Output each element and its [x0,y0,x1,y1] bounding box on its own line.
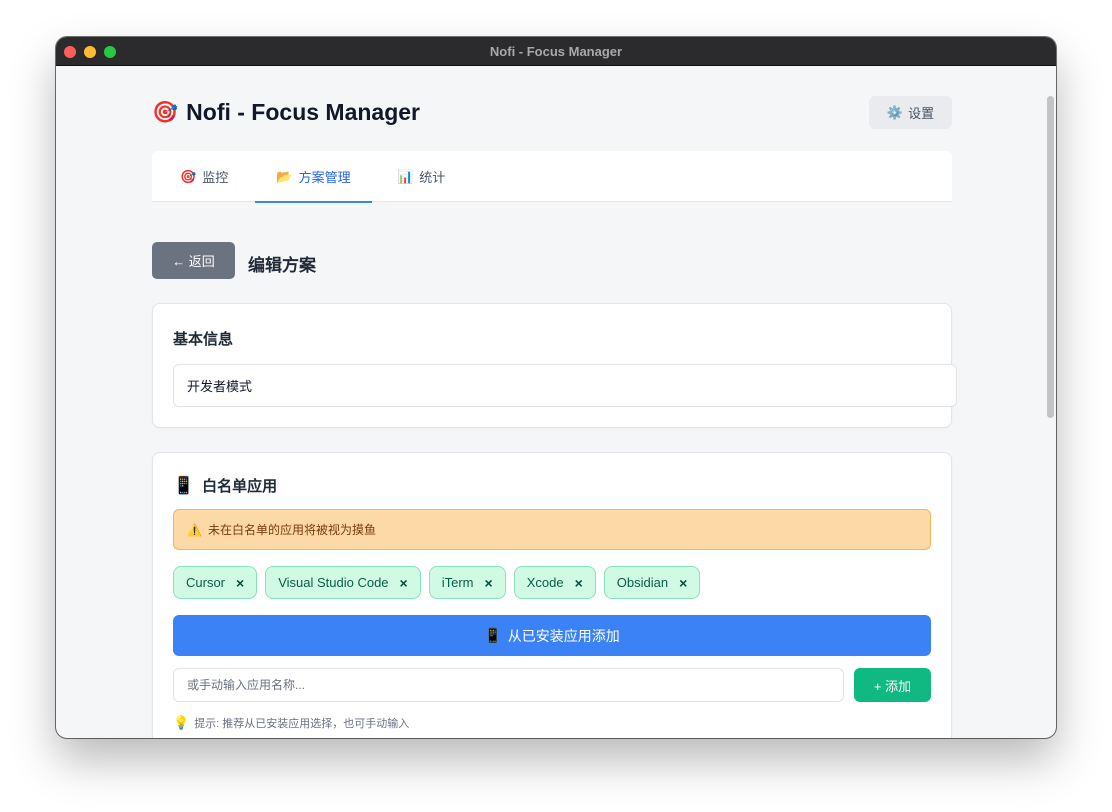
lightbulb-icon: 💡 [173,715,190,730]
remove-app-button[interactable]: × [485,575,493,591]
tab-label: 监控 [202,170,229,185]
whitelist-title: 白名单应用 [202,478,278,495]
whitelist-app-tags: Cursor × Visual Studio Code × iTerm × Xc… [173,566,701,599]
manual-app-input[interactable] [173,668,844,702]
mobile-phone-icon: 📱 [484,627,502,643]
hint-label: 提示: 推荐从已安装应用选择，也可手动输入 [194,718,410,730]
hint-text: 💡 提示: 推荐从已安装应用选择，也可手动输入 [173,715,409,731]
app-tag-cursor: Cursor × [173,566,258,599]
remove-app-button[interactable]: × [679,575,687,591]
whitelist-header: 📱 白名单应用 [173,475,277,496]
settings-button[interactable]: ⚙️ 设置 [869,96,952,129]
remove-app-button[interactable]: × [236,575,244,591]
whitelist-warning: ⚠️ 未在白名单的应用将被视为摸鱼 [173,509,931,550]
remove-app-button[interactable]: × [575,575,583,591]
remove-app-button[interactable]: × [400,575,408,591]
vertical-scrollbar[interactable] [1047,96,1054,418]
window-title: Nofi - Focus Manager [489,44,623,59]
tab-plan-management[interactable]: 📂 方案管理 [255,151,372,203]
bar-chart-icon: 📊 [397,168,414,184]
tab-label: 方案管理 [298,170,351,185]
whitelist-card: 📱 白名单应用 ⚠️ 未在白名单的应用将被视为摸鱼 Cursor × Visua… [152,452,952,738]
add-from-installed-label: 从已安装应用添加 [507,627,620,644]
mobile-phone-icon: 📱 [173,475,195,495]
tab-bar: 🎯 监控 📂 方案管理 📊 统计 [152,151,952,203]
app-tag-obsidian: Obsidian × [603,566,701,599]
gear-icon: ⚙️ [886,104,904,120]
basic-info-card: 基本信息 [152,303,957,428]
warning-icon: ⚠️ [187,522,202,537]
app-header: 🎯 Nofi - Focus Manager [152,99,420,126]
page-title: Nofi - Focus Manager [186,99,421,125]
app-tag-iterm: iTerm × [428,566,506,599]
app-tag-label: Visual Studio Code [278,575,389,590]
app-tag-label: Xcode [526,575,564,590]
app-tag-label: iTerm [441,575,474,590]
title-bar: Nofi - Focus Manager [56,37,1056,66]
basic-info-title: 基本信息 [173,331,234,348]
active-tab-indicator [255,201,372,203]
settings-label: 设置 [908,106,935,121]
add-app-button[interactable]: + 添加 [854,668,931,702]
add-from-installed-button[interactable]: 📱 从已安装应用添加 [173,615,931,656]
app-tag-label: Obsidian [616,575,669,590]
app-tag-label: Cursor [186,575,226,590]
editor-title: 编辑方案 [248,256,316,275]
target-icon: 🎯 [180,168,197,184]
main-content: 🎯 Nofi - Focus Manager ⚙️ 设置 🎯 监控 📂 方案管理… [56,66,1056,738]
warning-text: 未在白名单的应用将被视为摸鱼 [207,523,376,537]
back-button[interactable]: ← 返回 [152,242,235,279]
tab-statistics[interactable]: 📊 统计 [397,151,445,202]
target-icon: 🎯 [152,100,179,124]
tab-label: 统计 [419,170,446,185]
folder-icon: 📂 [276,168,293,184]
tab-monitor[interactable]: 🎯 监控 [180,151,228,202]
app-tag-vscode: Visual Studio Code × [265,566,421,599]
app-tag-xcode: Xcode × [513,566,596,599]
plan-name-input[interactable] [173,364,957,407]
app-window: Nofi - Focus Manager 🎯 Nofi - Focus Mana… [56,37,1056,738]
